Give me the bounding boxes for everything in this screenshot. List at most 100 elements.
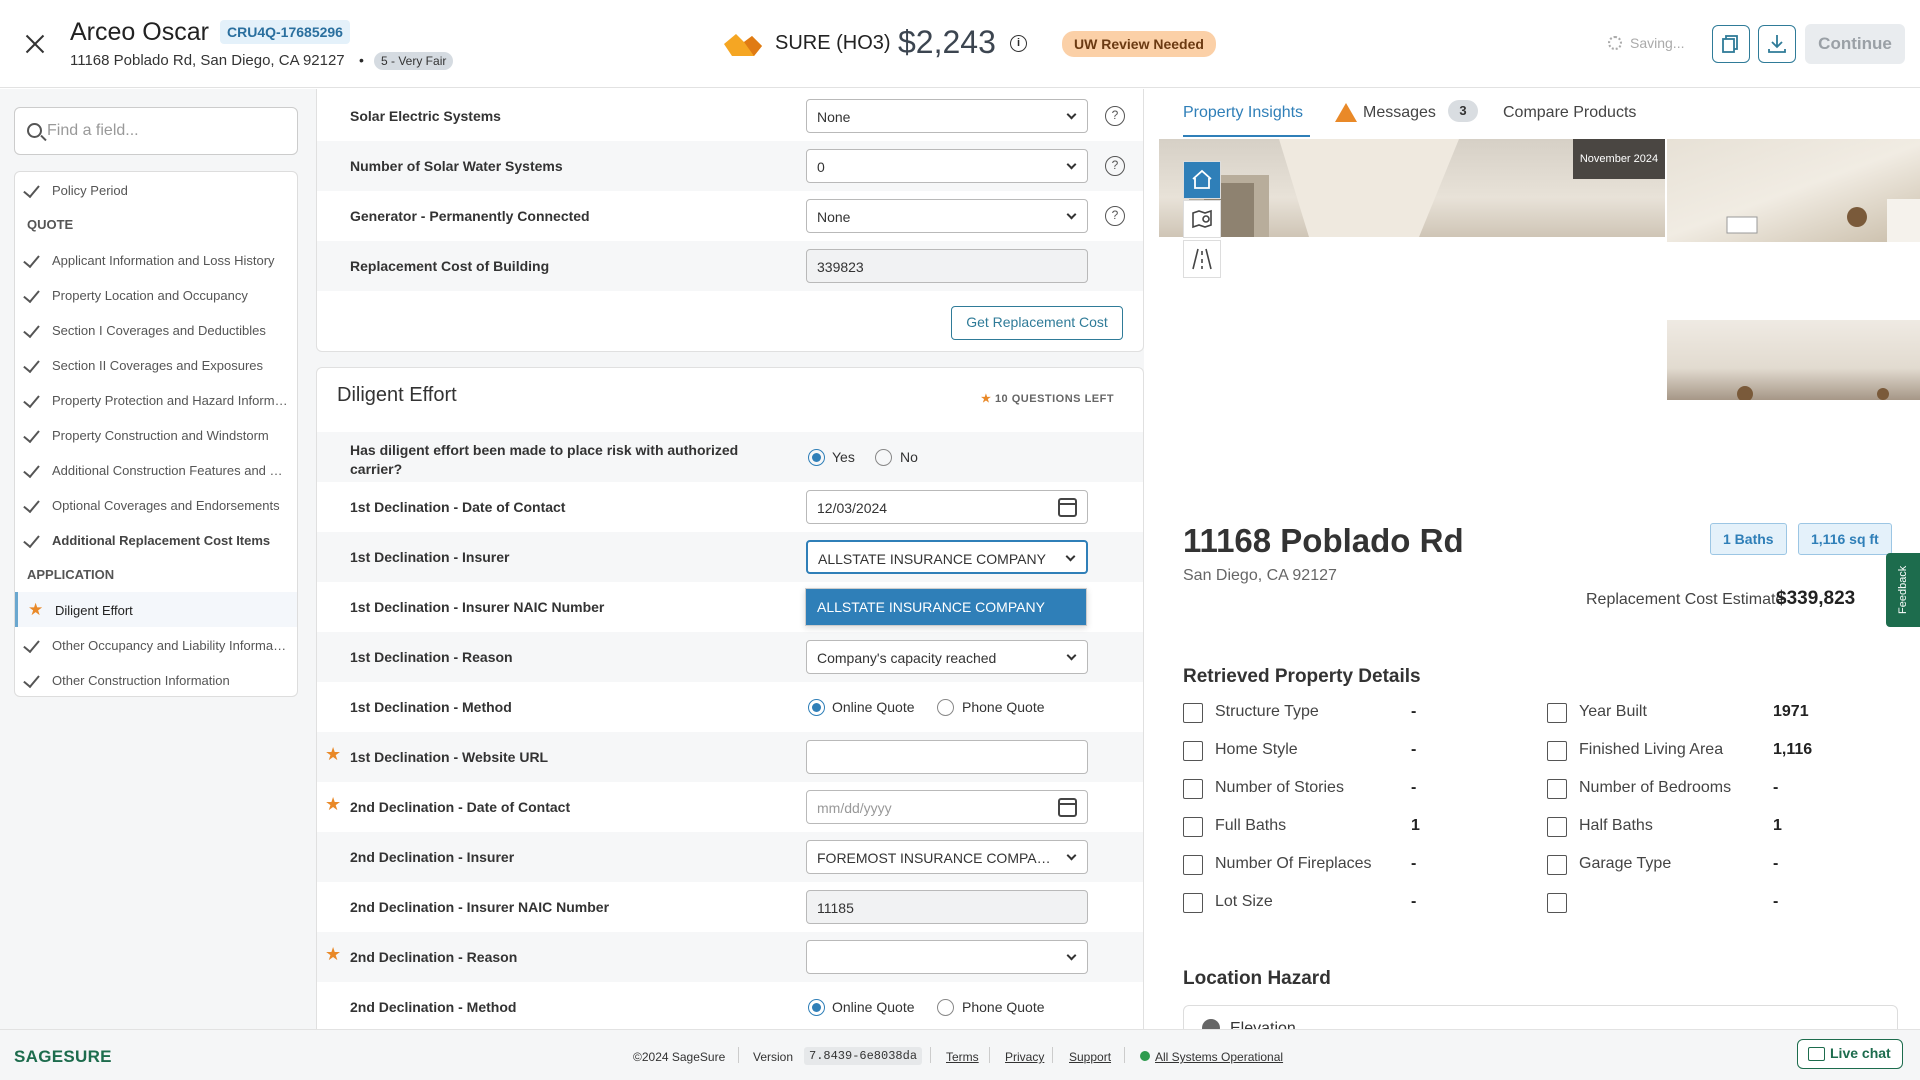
nav-item-construction[interactable]: Property Construction and Windstorm	[15, 417, 297, 452]
uw-status-badge: UW Review Needed	[1062, 31, 1216, 57]
generator-select[interactable]: None	[806, 199, 1088, 233]
pool-icon	[1547, 893, 1567, 913]
calendar-icon[interactable]	[1058, 498, 1077, 517]
nav-item-applicant[interactable]: Applicant Information and Loss History	[15, 242, 297, 277]
detail-label: Full Baths	[1215, 817, 1287, 834]
house-view-button[interactable]	[1183, 161, 1221, 199]
copy-button[interactable]	[1712, 25, 1750, 63]
field-label: 2nd Declination - Method	[350, 999, 517, 1015]
quote-id-badge[interactable]: CRU4Q-17685296	[220, 20, 350, 44]
d1-reason-select[interactable]: Company's capacity reached	[806, 640, 1088, 674]
insurer-dropdown-list: ALLSTATE INSURANCE COMPANY	[805, 588, 1087, 626]
phone-quote-radio[interactable]	[937, 699, 954, 716]
detail-label: Number Of Fireplaces	[1215, 855, 1372, 872]
phone-quote-radio[interactable]	[937, 999, 954, 1016]
yes-radio[interactable]	[808, 449, 825, 466]
nav-item-diligent-effort[interactable]: ★ Diligent Effort	[15, 592, 297, 627]
check-icon	[23, 285, 40, 304]
required-star-icon: ★	[325, 744, 342, 764]
tab-compare-products[interactable]: Compare Products	[1503, 104, 1636, 122]
nav-item-other-construction[interactable]: Other Construction Information	[15, 662, 297, 697]
row-replacement-cost: Replacement Cost of Building 339823	[317, 241, 1143, 291]
calendar-icon[interactable]	[1058, 798, 1077, 817]
map-view-button[interactable]	[1183, 200, 1221, 238]
required-star-icon: ★	[325, 944, 342, 964]
solar-electric-select[interactable]: None	[806, 99, 1088, 133]
detail-label: Structure Type	[1215, 703, 1319, 720]
chevron-down-icon	[1066, 159, 1077, 170]
nav-item-section1[interactable]: Section I Coverages and Deductibles	[15, 312, 297, 347]
property-photo[interactable]	[1667, 139, 1920, 242]
get-replacement-cost-button[interactable]: Get Replacement Cost	[951, 306, 1123, 340]
field-label: 1st Declination - Website URL	[350, 749, 549, 765]
map-pin-icon	[1192, 209, 1212, 229]
close-icon[interactable]	[22, 31, 48, 57]
nav-item-other-occupancy[interactable]: Other Occupancy and Liability Informatio…	[15, 627, 297, 662]
continue-button[interactable]: Continue	[1805, 24, 1905, 64]
help-icon[interactable]: ?	[1105, 156, 1125, 176]
structure-icon	[1183, 703, 1203, 723]
d1-date-input[interactable]: 12/03/2024	[806, 490, 1088, 524]
select-value: None	[817, 109, 851, 125]
search-input[interactable]	[47, 120, 287, 142]
nav-item-replacement-cost[interactable]: Additional Replacement Cost Items	[15, 522, 297, 557]
check-icon	[23, 635, 40, 654]
dropdown-option[interactable]: ALLSTATE INSURANCE COMPANY	[806, 589, 1086, 625]
tab-messages[interactable]: Messages	[1363, 104, 1436, 122]
detail-value: -	[1411, 703, 1417, 720]
nav-item-location[interactable]: Property Location and Occupancy	[15, 277, 297, 312]
street-view-button[interactable]	[1183, 240, 1221, 278]
system-status-link[interactable]: All Systems Operational	[1155, 1050, 1283, 1064]
nav-item-section2[interactable]: Section II Coverages and Exposures	[15, 347, 297, 382]
row-d1-insurer: 1st Declination - Insurer ALLSTATE INSUR…	[317, 532, 1143, 582]
row-d1-method: 1st Declination - Method Online Quote Ph…	[317, 682, 1143, 732]
help-icon[interactable]: ?	[1105, 106, 1125, 126]
copyright: ©2024 SageSure	[633, 1050, 726, 1064]
support-link[interactable]: Support	[1069, 1050, 1111, 1064]
select-value: ALLSTATE INSURANCE COMPANY	[818, 551, 1046, 567]
d1-url-input[interactable]	[806, 740, 1088, 774]
field-label: Generator - Permanently Connected	[350, 208, 590, 224]
field-label: 1st Declination - Date of Contact	[350, 499, 566, 515]
nav-item-protection[interactable]: Property Protection and Hazard Informati…	[15, 382, 297, 417]
detail-value: 1	[1773, 817, 1782, 834]
feedback-tab[interactable]: Feedback	[1886, 553, 1920, 627]
detail-label: Number of Stories	[1215, 779, 1344, 796]
online-quote-radio[interactable]	[808, 999, 825, 1016]
detail-label: Finished Living Area	[1579, 741, 1724, 758]
nav-item-optional-coverages[interactable]: Optional Coverages and Endorsements	[15, 487, 297, 522]
d2-reason-select[interactable]	[806, 940, 1088, 974]
nav-item-additional-construction[interactable]: Additional Construction Features and Upd…	[15, 452, 297, 487]
d2-insurer-select[interactable]: FOREMOST INSURANCE COMPANY	[806, 840, 1088, 874]
detail-value: -	[1411, 855, 1417, 872]
row-d2-reason: ★ 2nd Declination - Reason	[317, 932, 1143, 982]
solar-water-select[interactable]: 0	[806, 149, 1088, 183]
version-label: Version	[753, 1050, 794, 1064]
detail-value: 1,116	[1773, 741, 1813, 758]
field-search[interactable]	[14, 107, 298, 155]
sagesure-logo: SAGESURE	[14, 1047, 112, 1066]
baths-badge: 1 Baths	[1710, 523, 1787, 555]
questions-left-counter: ★ 10 QUESTIONS LEFT	[981, 392, 1114, 405]
divider	[1052, 1047, 1053, 1063]
d1-insurer-combobox[interactable]: ALLSTATE INSURANCE COMPANY	[806, 540, 1088, 574]
privacy-link[interactable]: Privacy	[1005, 1050, 1044, 1064]
score-badge: 5 - Very Fair	[374, 52, 454, 70]
info-icon[interactable]: i	[1010, 35, 1027, 52]
row-d2-naic: 2nd Declination - Insurer NAIC Number 11…	[317, 882, 1143, 932]
select-value: 0	[817, 159, 825, 175]
live-chat-button[interactable]: Live chat	[1797, 1039, 1903, 1069]
no-radio[interactable]	[875, 449, 892, 466]
photo-date-badge: November 2024	[1573, 139, 1665, 179]
d2-date-input[interactable]: mm/dd/yyyy	[806, 790, 1088, 824]
property-address: 11168 Poblado Rd, San Diego, CA 92127	[70, 52, 345, 69]
property-photo[interactable]	[1667, 320, 1920, 402]
help-icon[interactable]: ?	[1105, 206, 1125, 226]
terms-link[interactable]: Terms	[946, 1050, 979, 1064]
download-button[interactable]	[1758, 25, 1796, 63]
nav-item-policy-period[interactable]: Policy Period	[15, 172, 297, 207]
field-label: 1st Declination - Method	[350, 699, 512, 715]
tab-property-insights[interactable]: Property Insights	[1183, 104, 1303, 122]
online-quote-radio[interactable]	[808, 699, 825, 716]
radio-label: Online Quote	[832, 999, 915, 1015]
